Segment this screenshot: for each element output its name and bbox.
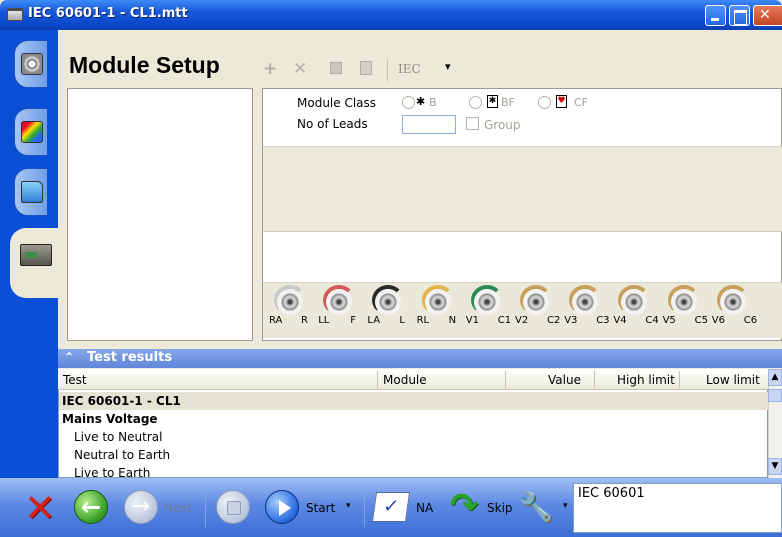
column-module[interactable]: Module [383,373,427,387]
toolbar-separator [387,59,388,81]
table-row[interactable]: Mains Voltage [62,412,158,426]
module-list[interactable] [67,88,253,341]
results-title: Test results [87,350,173,365]
electrode-label: V6 [711,315,725,326]
electrode-jack-icon[interactable] [424,289,451,315]
na-label[interactable]: NA [416,501,433,515]
electrode-label: C2 [547,315,561,326]
config-area [263,146,782,232]
class-cf-radio[interactable] [538,96,551,109]
tools-dropdown-icon[interactable]: ▾ [563,501,568,511]
column-divider[interactable] [505,371,506,388]
collapse-icon[interactable]: ⌃ [64,350,74,364]
electrode-label: F [350,315,356,326]
column-test[interactable]: Test [63,373,87,387]
minimize-button[interactable] [705,5,726,26]
electrode-label: V5 [662,315,676,326]
leads-input[interactable] [402,115,456,134]
skip-label[interactable]: Skip [487,501,513,515]
electrode-label: C3 [596,315,610,326]
status-text: IEC 60601 [578,486,645,501]
maximize-button[interactable] [729,5,750,26]
electrode-label: V3 [564,315,578,326]
class-b-label: B [429,96,437,109]
heart-symbol-icon: ♥ [556,95,567,108]
back-icon[interactable]: ← [74,490,108,524]
next-icon[interactable]: → [124,490,158,524]
tab-edit[interactable] [14,108,48,156]
electrode-label: V1 [465,315,479,326]
electrode-label: LA [367,315,381,326]
abort-icon[interactable]: ✕ [23,489,57,527]
group-label: Group [484,118,521,132]
skip-icon[interactable]: ↷ [446,488,482,524]
tab-folder[interactable] [14,168,48,216]
body-symbol-icon: ✱ [416,95,426,108]
start-label[interactable]: Start [306,501,335,515]
column-divider[interactable] [679,371,680,388]
electrode-label: LL [318,315,330,326]
electrode-label: N [448,315,457,326]
electrode-label: RL [416,315,430,326]
folder-icon [21,181,43,203]
na-icon[interactable]: ✓ [371,492,411,522]
class-b-radio[interactable] [402,96,415,109]
column-high-limit[interactable]: High limit [617,373,675,387]
standard-label[interactable]: IEC [398,62,421,76]
group-checkbox[interactable] [466,117,479,130]
stop-icon[interactable] [216,490,250,524]
electrode-label: V4 [613,315,627,326]
page-title: Module Setup [69,52,220,78]
doc-icon[interactable] [360,61,372,75]
wrench-icon[interactable]: 🔧 [518,490,554,524]
gear-icon [21,53,43,75]
delete-icon[interactable]: ✕ [293,60,307,78]
class-cf-label: CF [574,96,589,109]
save-icon[interactable] [330,62,342,74]
tab-settings[interactable] [14,40,48,88]
toolbar-separator [205,487,206,527]
electrode-jack-icon[interactable] [326,289,353,315]
column-divider[interactable] [377,371,378,388]
electrode-label: C4 [645,315,659,326]
column-low-limit[interactable]: Low limit [706,373,760,387]
bf-symbol-icon: ✱ [487,95,498,108]
class-bf-label: BF [501,96,515,109]
electrode-jack-icon[interactable] [572,289,599,315]
toolbar-separator [364,487,365,527]
scroll-thumb[interactable] [768,389,782,402]
electrode-jack-icon[interactable] [523,289,549,315]
electrode-label: RA [269,315,283,326]
scroll-down-icon[interactable]: ▼ [768,458,782,475]
next-label[interactable]: Next [164,501,192,515]
start-dropdown-icon[interactable]: ▾ [346,501,351,511]
module-class-label: Module Class [297,96,377,110]
class-bf-radio[interactable] [469,96,482,109]
electrode-jack-icon[interactable] [670,289,697,315]
edit-icon [21,121,43,143]
window-title: IEC 60601-1 - CL1.mtt [28,6,188,21]
table-row[interactable]: Neutral to Earth [74,448,170,462]
app-icon [7,8,23,21]
column-divider[interactable] [594,371,595,388]
scroll-up-icon[interactable]: ▲ [768,369,782,386]
close-button[interactable] [753,5,782,26]
electrode-jack-icon[interactable] [277,289,303,315]
electrode-jack-icon[interactable] [473,289,500,315]
table-row[interactable]: Live to Neutral [74,430,162,444]
device-icon[interactable] [20,244,52,266]
start-icon[interactable] [265,490,299,524]
column-value[interactable]: Value [548,373,581,387]
electrode-label: R [301,315,308,326]
leads-label: No of Leads [297,117,368,131]
add-icon[interactable]: + [263,60,277,78]
electrode-label: L [399,315,405,326]
electrode-label: C5 [694,315,708,326]
electrode-label: V2 [515,315,529,326]
table-row[interactable]: IEC 60601-1 - CL1 [62,394,181,408]
standard-dropdown-arrow[interactable]: ▾ [445,60,451,73]
electrode-label: C6 [743,315,758,326]
electrode-label: C1 [497,315,512,326]
electrode-jack-icon[interactable] [719,289,746,315]
